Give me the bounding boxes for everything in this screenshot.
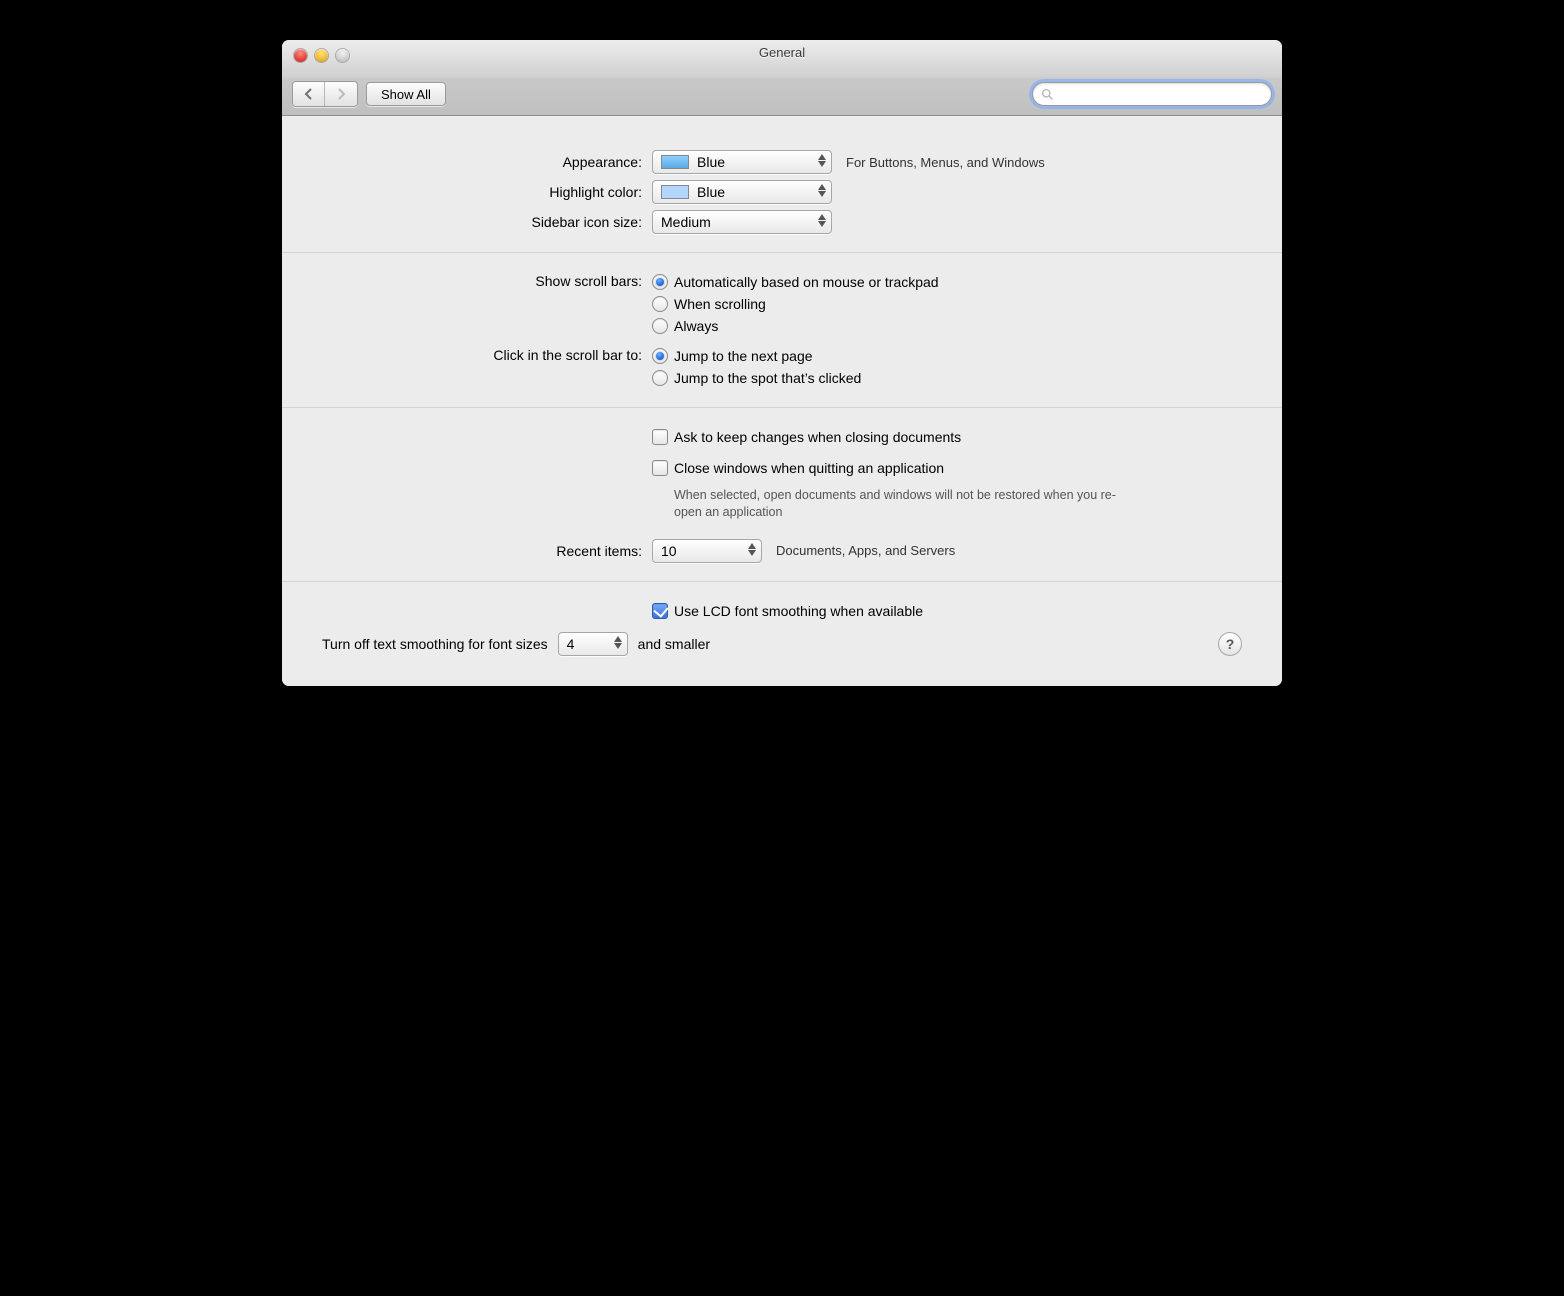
lcd-smoothing-checkbox[interactable]: Use LCD font smoothing when available [652, 603, 923, 619]
divider [282, 407, 1282, 408]
checkbox-label: Ask to keep changes when closing documen… [674, 429, 961, 445]
smoothing-suffix: and smaller [638, 636, 710, 652]
highlight-value: Blue [697, 184, 725, 200]
search-icon [1041, 88, 1054, 101]
radio-label: When scrolling [674, 296, 766, 312]
highlight-swatch-icon [661, 185, 689, 199]
show-all-button[interactable]: Show All [366, 82, 446, 106]
recent-items-label: Recent items: [322, 543, 652, 559]
search-field[interactable] [1032, 82, 1272, 106]
smoothing-prefix: Turn off text smoothing for font sizes [322, 636, 548, 652]
radio-label: Always [674, 318, 718, 334]
checkbox-icon [652, 603, 668, 619]
scrollbars-label: Show scroll bars: [322, 271, 652, 289]
stepper-arrows-icon [614, 636, 622, 649]
titlebar: General Show All [282, 40, 1282, 116]
chevron-right-icon [336, 88, 346, 100]
back-button[interactable] [293, 82, 325, 106]
help-button[interactable]: ? [1218, 632, 1242, 656]
click-scroll-label: Click in the scroll bar to: [322, 345, 652, 363]
divider [282, 252, 1282, 253]
close-windows-description: When selected, open documents and window… [674, 487, 1134, 521]
radio-icon [652, 318, 668, 334]
smoothing-size-value: 4 [567, 636, 575, 652]
ask-keep-changes-checkbox[interactable]: Ask to keep changes when closing documen… [652, 429, 961, 445]
nav-segment [292, 81, 358, 107]
scroll-option-always[interactable]: Always [652, 318, 718, 334]
sidebar-label: Sidebar icon size: [322, 214, 652, 230]
radio-label: Jump to the spot that’s clicked [674, 370, 861, 386]
window-title: General [282, 45, 1282, 60]
checkbox-icon [652, 460, 668, 476]
scroll-option-when-scrolling[interactable]: When scrolling [652, 296, 766, 312]
stepper-arrows-icon [818, 154, 826, 167]
toolbar: Show All [292, 81, 1272, 107]
preferences-window: General Show All [282, 40, 1282, 686]
chevron-left-icon [304, 88, 314, 100]
radio-label: Automatically based on mouse or trackpad [674, 274, 939, 290]
checkbox-label: Use LCD font smoothing when available [674, 603, 923, 619]
stepper-arrows-icon [818, 184, 826, 197]
appearance-hint: For Buttons, Menus, and Windows [846, 155, 1045, 170]
radio-label: Jump to the next page [674, 348, 813, 364]
highlight-label: Highlight color: [322, 184, 652, 200]
radio-icon [652, 348, 668, 364]
appearance-value: Blue [697, 154, 725, 170]
divider [282, 581, 1282, 582]
sidebar-size-popup[interactable]: Medium [652, 210, 832, 234]
click-option-jump-spot[interactable]: Jump to the spot that’s clicked [652, 370, 861, 386]
forward-button[interactable] [325, 82, 357, 106]
checkbox-icon [652, 429, 668, 445]
close-windows-checkbox[interactable]: Close windows when quitting an applicati… [652, 460, 944, 476]
show-all-label: Show All [381, 87, 431, 102]
radio-icon [652, 370, 668, 386]
sidebar-size-value: Medium [661, 214, 711, 230]
stepper-arrows-icon [818, 214, 826, 227]
search-input[interactable] [1060, 86, 1263, 102]
appearance-popup[interactable]: Blue [652, 150, 832, 174]
help-icon: ? [1226, 636, 1235, 652]
radio-icon [652, 274, 668, 290]
stepper-arrows-icon [748, 543, 756, 556]
recent-items-popup[interactable]: 10 [652, 539, 762, 563]
content-pane: Appearance: Blue For Buttons, Menus, and… [282, 116, 1282, 686]
recent-items-hint: Documents, Apps, and Servers [776, 543, 955, 558]
click-option-next-page[interactable]: Jump to the next page [652, 348, 813, 364]
checkbox-label: Close windows when quitting an applicati… [674, 460, 944, 476]
scroll-option-auto[interactable]: Automatically based on mouse or trackpad [652, 274, 939, 290]
smoothing-size-popup[interactable]: 4 [558, 632, 628, 656]
appearance-swatch-icon [661, 155, 689, 169]
highlight-popup[interactable]: Blue [652, 180, 832, 204]
appearance-label: Appearance: [322, 154, 652, 170]
recent-items-value: 10 [661, 543, 677, 559]
radio-icon [652, 296, 668, 312]
